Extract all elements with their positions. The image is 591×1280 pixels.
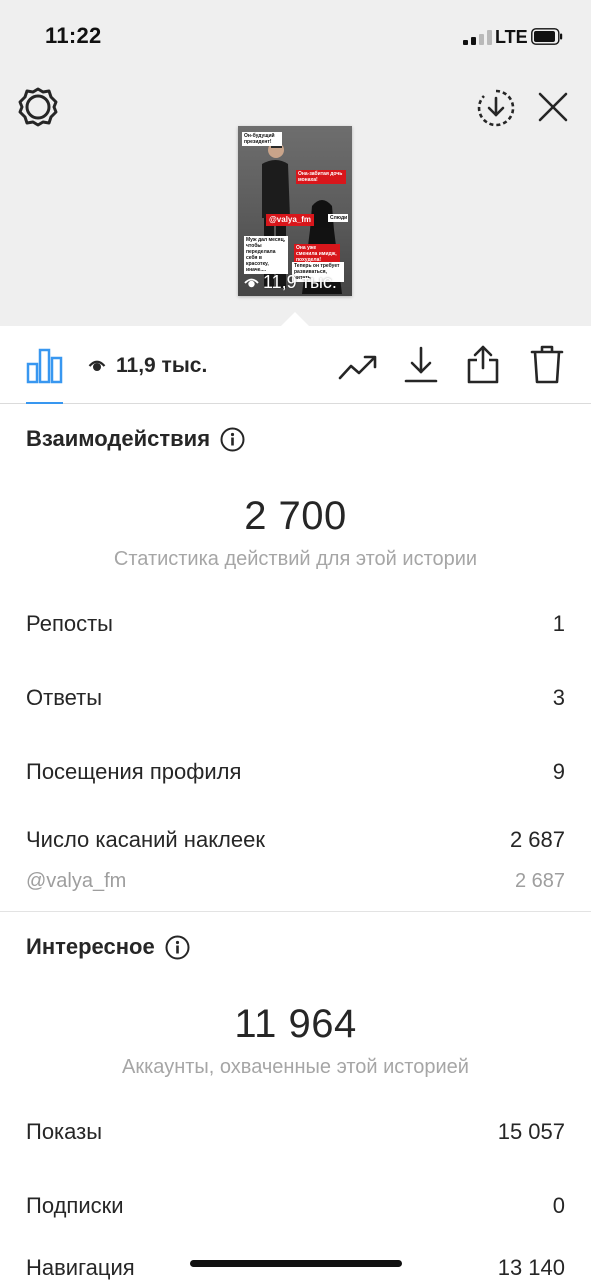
interactions-total: 2 700	[244, 494, 347, 538]
story-caption: Он-будущий президент!	[242, 132, 282, 146]
stat-label: Навигация	[26, 1255, 135, 1280]
thumbnail-views-count: 11,9 тыс.	[263, 272, 337, 292]
stat-value: 15 057	[497, 1119, 565, 1144]
stat-sub-value: 2 687	[514, 870, 565, 892]
stat-label: Ответы	[26, 685, 103, 710]
download-icon[interactable]	[404, 346, 438, 384]
eye-icon	[88, 360, 106, 371]
close-icon[interactable]	[535, 89, 571, 125]
stat-subrow-mention: @valya_fm 2 687	[26, 870, 565, 893]
stat-sub-label: @valya_fm	[26, 870, 127, 892]
stat-label: Число касаний наклеек	[26, 827, 265, 852]
stat-row-replies: Ответы 3	[26, 685, 565, 711]
story-caption: Слюди	[328, 214, 348, 222]
trend-up-icon[interactable]	[338, 352, 378, 382]
home-indicator[interactable]	[190, 1260, 402, 1267]
share-icon[interactable]	[466, 344, 500, 384]
interactions-title: Взаимодействия	[26, 426, 211, 451]
network-type: LTE	[495, 27, 528, 47]
mention-sticker: @valya_fm	[266, 214, 314, 226]
signal-strength-icon	[463, 29, 492, 45]
section-divider	[0, 911, 591, 912]
story-preview-area: 11:22 LTE Он-будущий президент! Она-заби…	[0, 0, 591, 327]
discovery-title: Интересное	[26, 934, 155, 959]
stat-value: 0	[552, 1193, 565, 1218]
stat-row-profile-visits: Посещения профиля 9	[26, 759, 565, 785]
stat-label: Показы	[26, 1119, 103, 1144]
info-icon[interactable]	[220, 427, 245, 452]
story-caption: Муж дал месяц, чтобы переделала себя в к…	[244, 236, 288, 274]
stat-value: 3	[552, 685, 565, 710]
stat-row-navigation: Навигация 13 140	[26, 1255, 565, 1280]
stat-label: Репосты	[26, 611, 113, 636]
insights-toolbar: 11,9 тыс.	[0, 326, 591, 404]
stat-row-impressions: Показы 15 057	[26, 1119, 565, 1145]
views-summary: 11,9 тыс.	[88, 354, 207, 378]
status-time: 11:22	[45, 23, 102, 48]
interactions-header: Взаимодействия	[26, 426, 245, 452]
insights-bar-chart-icon[interactable]	[26, 348, 63, 384]
story-caption: Она-забитая дочь монаха!	[296, 170, 346, 184]
discovery-header: Интересное	[26, 934, 190, 960]
stat-value: 9	[552, 759, 565, 784]
stat-label: Посещения профиля	[26, 759, 242, 784]
info-icon[interactable]	[165, 935, 190, 960]
selected-story-pointer	[280, 312, 310, 327]
stat-value: 13 140	[497, 1255, 565, 1280]
eye-icon	[244, 278, 259, 287]
stat-row-follows: Подписки 0	[26, 1193, 565, 1219]
discovery-total: 11 964	[234, 1002, 357, 1046]
battery-icon	[531, 28, 563, 45]
status-bar: 11:22 LTE	[0, 0, 591, 72]
thumbnail-views: 11,9 тыс.	[244, 272, 337, 293]
stat-row-reposts: Репосты 1	[26, 611, 565, 637]
stat-value: 1	[552, 611, 565, 636]
story-caption: Она уже сменила имидж, похудела!	[294, 244, 340, 264]
story-thumbnail[interactable]: Он-будущий президент! Она-забитая дочь м…	[238, 126, 352, 296]
download-circle-icon[interactable]	[476, 88, 516, 128]
trash-icon[interactable]	[530, 344, 564, 384]
views-count: 11,9 тыс.	[116, 354, 208, 377]
interactions-caption: Статистика действий для этой истории	[113, 548, 478, 570]
stat-value: 2 687	[509, 827, 565, 852]
stat-row-sticker-taps: Число касаний наклеек 2 687	[26, 827, 565, 853]
stat-label: Подписки	[26, 1193, 124, 1218]
active-tab-indicator	[26, 402, 63, 404]
discovery-caption: Аккаунты, охваченные этой историей	[122, 1056, 469, 1078]
gear-icon[interactable]	[17, 86, 59, 128]
